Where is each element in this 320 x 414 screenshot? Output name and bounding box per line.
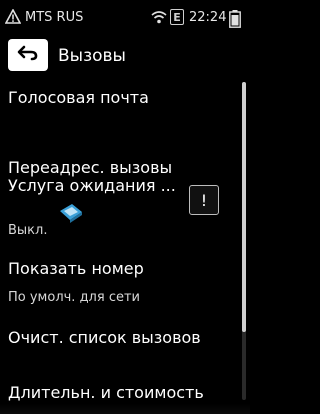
call-waiting-toggle[interactable]: !	[189, 185, 219, 215]
title-bar: Вызовы	[0, 34, 250, 78]
carrier-name: MTS RUS	[25, 9, 84, 25]
menu-item-show-number[interactable]: Показать номер	[8, 259, 144, 278]
scrollbar[interactable]	[242, 82, 246, 400]
status-bar: MTS RUS E 22:24	[0, 0, 250, 34]
menu-item-clear-call-list[interactable]: Очист. список вызовов	[8, 328, 201, 347]
menu-item-call-waiting[interactable]: Услуга ожидания ...	[8, 176, 176, 195]
page-title: Вызовы	[58, 46, 126, 66]
settings-list: Голосовая почта Переадрес. вызовы Услуга…	[0, 78, 250, 414]
network-type-badge: E	[170, 9, 184, 25]
battery-icon	[229, 10, 241, 28]
back-button[interactable]	[8, 39, 48, 71]
bottom-edge	[0, 404, 250, 414]
show-number-status: По умолч. для сети	[8, 290, 140, 305]
wifi-icon	[151, 0, 167, 34]
scrollbar-thumb[interactable]	[242, 82, 246, 332]
touch-cursor-icon	[58, 202, 84, 228]
clock: 22:24	[189, 9, 227, 25]
menu-item-call-forwarding[interactable]: Переадрес. вызовы	[8, 158, 172, 177]
call-waiting-status: Выкл.	[8, 223, 48, 238]
menu-item-voicemail[interactable]: Голосовая почта	[8, 88, 149, 107]
warning-icon	[5, 0, 21, 34]
menu-item-duration-cost[interactable]: Длительн. и стоимость	[8, 383, 204, 402]
back-arrow-icon	[17, 45, 39, 65]
